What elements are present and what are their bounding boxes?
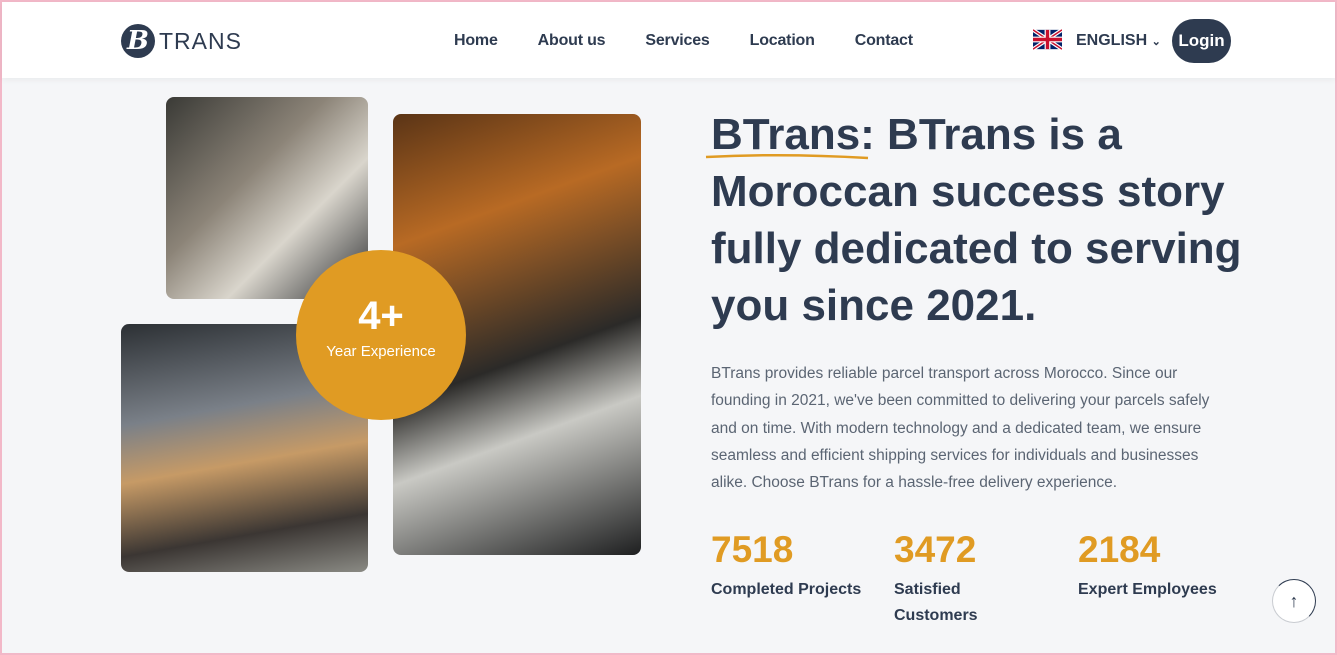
hero-description: BTrans provides reliable parcel transpor…: [711, 365, 1210, 492]
logo-text: TRANS: [159, 27, 242, 54]
stat-projects: 7518 Completed Projects: [711, 529, 881, 603]
stat-label: Expert Employees: [1078, 581, 1217, 598]
nav-location[interactable]: Location: [750, 32, 815, 50]
experience-number: 4+: [358, 294, 404, 338]
language-label: ENGLISH: [1076, 32, 1148, 49]
nav-services[interactable]: Services: [645, 32, 709, 50]
stat-employees: 2184 Expert Employees: [1078, 529, 1248, 603]
experience-badge: 4+ Year Experience: [296, 250, 466, 420]
chevron-down-icon: ⌄: [1151, 36, 1161, 48]
stat-label: Satisfied Customers: [894, 581, 978, 624]
stat-value: 3472: [894, 529, 977, 570]
stat-customers: 3472 Satisfied Customers: [894, 529, 1004, 629]
nav-about[interactable]: About us: [538, 32, 606, 50]
hero-title: BTrans: BTrans is a Moroccan success sto…: [711, 110, 1242, 330]
site-header: B TRANS Home About us Services Location C…: [2, 2, 1335, 78]
stat-value: 2184: [1078, 529, 1161, 570]
login-button[interactable]: Login: [1172, 19, 1231, 63]
uk-flag-icon[interactable]: [1033, 29, 1062, 50]
logo[interactable]: B TRANS: [121, 24, 242, 58]
stat-value: 7518: [711, 529, 794, 570]
experience-label: Year Experience: [326, 343, 436, 360]
scroll-to-top-button[interactable]: ↑: [1272, 579, 1316, 623]
nav-home[interactable]: Home: [454, 32, 498, 50]
title-underline: [705, 153, 869, 160]
arrow-up-icon: ↑: [1289, 590, 1299, 611]
language-selector[interactable]: ENGLISH ⌄: [1076, 32, 1161, 50]
stat-label: Completed Projects: [711, 581, 862, 598]
logo-mark: B: [121, 24, 155, 58]
nav-contact[interactable]: Contact: [855, 32, 913, 50]
main-nav: Home About us Services Location Contact: [454, 32, 913, 50]
